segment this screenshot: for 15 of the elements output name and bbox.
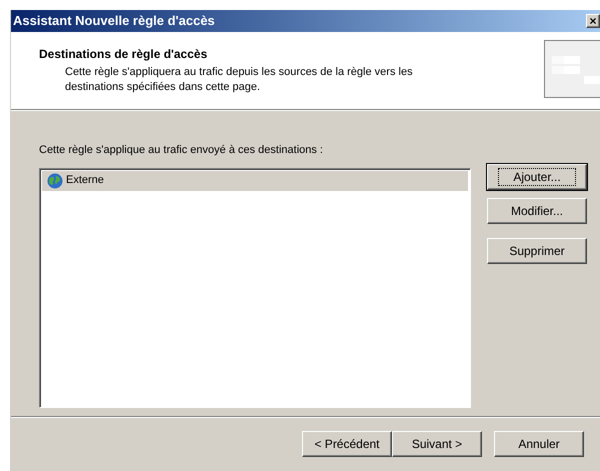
action-button[interactable]: Ajouter...	[487, 164, 587, 190]
destination-name: Externe	[66, 173, 104, 188]
close-button[interactable]: ×	[586, 14, 600, 28]
next-button[interactable]: Suivant >	[392, 431, 482, 457]
destination-list[interactable]: Externe	[39, 168, 471, 408]
back-button[interactable]: < Précédent	[302, 431, 392, 457]
cancel-button[interactable]: Annuler	[494, 431, 584, 457]
header-title: Destinations de règle d'accès	[39, 46, 208, 63]
action-button[interactable]: Modifier...	[487, 198, 587, 224]
action-button[interactable]: Supprimer	[487, 238, 587, 264]
globe-icon	[47, 172, 63, 188]
destination-item[interactable]: Externe	[42, 170, 468, 190]
header-description: Cette règle s'appliquera au trafic depuis les sources de la règle vers les destinations spécifiées dans cette page.	[64, 65, 414, 95]
window-title: Assistant Nouvelle règle d'accès	[13, 12, 215, 30]
list-label: Cette règle s'applique au trafic envoyé à ces destinations :	[39, 143, 324, 158]
